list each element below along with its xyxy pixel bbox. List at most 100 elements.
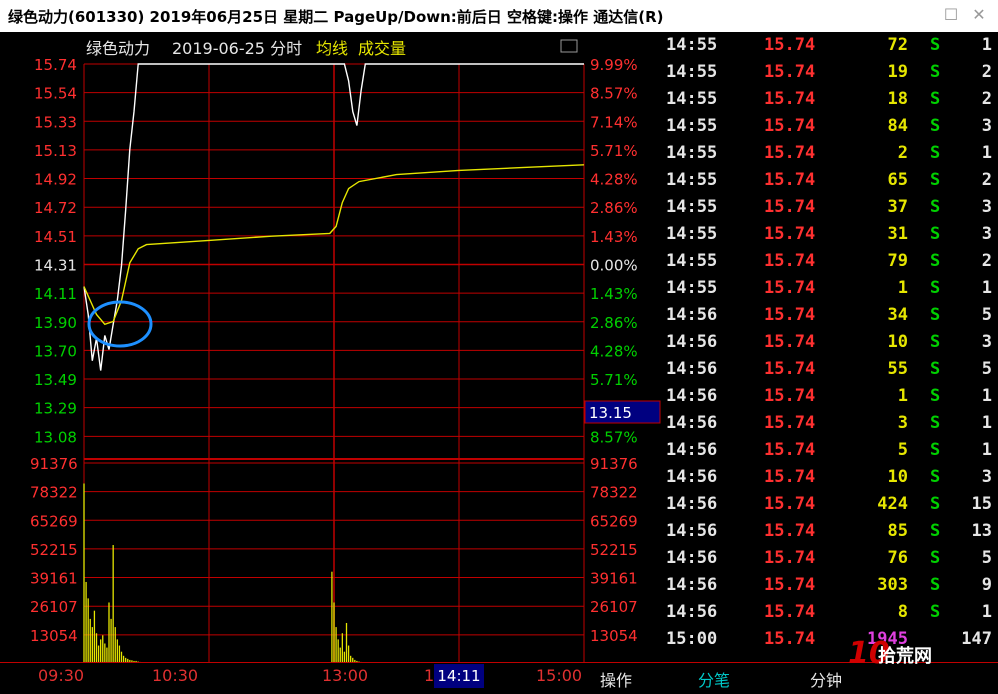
volume-tick-label-left: 13054 bbox=[30, 627, 78, 645]
trade-count: 147 bbox=[961, 629, 992, 649]
intraday-chart[interactable]: 绿色动力 2019-06-25 分时 均线 成交量 15.74 15.54 15.3… bbox=[0, 32, 662, 690]
trade-price: 15.74 bbox=[764, 305, 816, 325]
tab-operation[interactable]: 操作 bbox=[600, 667, 632, 691]
trade-row: 14:56 15.74 85 S 13 bbox=[662, 518, 998, 545]
trade-row: 14:56 15.74 55 S 5 bbox=[662, 356, 998, 383]
close-icon[interactable]: ✕ bbox=[970, 6, 988, 24]
trade-time: 14:56 bbox=[666, 494, 718, 514]
panel-toggle-icon[interactable] bbox=[560, 39, 578, 53]
trade-price: 15.74 bbox=[764, 413, 816, 433]
trade-row: 14:55 15.74 84 S 3 bbox=[662, 113, 998, 140]
trade-time: 14:55 bbox=[666, 278, 718, 298]
trade-time: 14:55 bbox=[666, 170, 718, 190]
trade-time: 14:55 bbox=[666, 143, 718, 163]
trade-side: S bbox=[930, 62, 941, 82]
volume-legend: 成交量 bbox=[358, 39, 406, 58]
tab-trades[interactable]: 分笔 bbox=[698, 667, 730, 691]
trade-count: 1 bbox=[981, 35, 992, 55]
volume-tick-label-right: 91376 bbox=[590, 455, 638, 473]
price-tick-label: 13.08 bbox=[34, 428, 77, 446]
trade-volume: 34 bbox=[887, 305, 908, 325]
volume-tick-label-left: 52215 bbox=[30, 541, 78, 559]
volume-tick-label-left: 26107 bbox=[30, 598, 78, 616]
price-tick-label: 15.54 bbox=[34, 85, 77, 103]
trade-row: 14:56 15.74 303 S 9 bbox=[662, 572, 998, 599]
trade-time: 14:56 bbox=[666, 602, 718, 622]
trade-volume: 19 bbox=[887, 62, 908, 82]
trade-row: 14:56 15.74 3 S 1 bbox=[662, 410, 998, 437]
price-tick-label: 14.92 bbox=[34, 171, 77, 189]
trade-side: S bbox=[930, 494, 941, 514]
avg-line-legend: 均线 bbox=[316, 39, 348, 58]
tab-minute[interactable]: 分钟 bbox=[810, 667, 842, 691]
trade-time: 14:55 bbox=[666, 116, 718, 136]
trade-time: 14:56 bbox=[666, 467, 718, 487]
trade-price: 15.74 bbox=[764, 224, 816, 244]
trade-row: 14:56 15.74 76 S 5 bbox=[662, 545, 998, 572]
trade-count: 3 bbox=[981, 224, 992, 244]
trade-count: 1 bbox=[981, 143, 992, 163]
price-tick-label: 15.13 bbox=[34, 142, 77, 160]
pct-tick-label: 4.28% bbox=[590, 171, 638, 189]
maximize-icon[interactable]: ☐ bbox=[942, 6, 960, 24]
trade-count: 2 bbox=[981, 62, 992, 82]
trade-count: 1 bbox=[981, 440, 992, 460]
pct-tick-label: 2.86% bbox=[590, 199, 638, 217]
time-cursor-label: 14:11 bbox=[434, 664, 484, 688]
volume-tick-label-left: 65269 bbox=[30, 512, 78, 530]
trade-detail-panel: 14:55 15.74 72 S 1 14:55 15.74 19 S 2 14:55 15.74 18… bbox=[662, 32, 998, 662]
trade-row: 14:55 15.74 2 S 1 bbox=[662, 140, 998, 167]
price-tick-label: 15.74 bbox=[34, 56, 77, 74]
price-tick-label: 14.31 bbox=[34, 256, 77, 274]
trade-side: S bbox=[930, 359, 941, 379]
trade-side: S bbox=[930, 89, 941, 109]
pct-tick-label: 4.28% bbox=[590, 342, 638, 360]
trade-row: 14:55 15.74 31 S 3 bbox=[662, 221, 998, 248]
trade-time: 14:56 bbox=[666, 305, 718, 325]
trade-count: 5 bbox=[981, 359, 992, 379]
trade-side: S bbox=[930, 116, 941, 136]
trade-side: S bbox=[930, 305, 941, 325]
trade-count: 1 bbox=[981, 413, 992, 433]
trade-price: 15.74 bbox=[764, 251, 816, 271]
trade-count: 3 bbox=[981, 332, 992, 352]
pct-tick-label: 2.86% bbox=[590, 314, 638, 332]
trade-time: 14:56 bbox=[666, 359, 718, 379]
price-tick-label: 14.51 bbox=[34, 228, 77, 246]
volume-tick-label-right: 52215 bbox=[590, 541, 638, 559]
price-tick-label: 13.70 bbox=[34, 342, 77, 360]
window-title: 绿色动力(601330) 2019年06月25日 星期二 PageUp/Down… bbox=[8, 8, 664, 26]
trade-price: 15.74 bbox=[764, 494, 816, 514]
trade-volume: 31 bbox=[887, 224, 908, 244]
trade-count: 2 bbox=[981, 251, 992, 271]
trade-side: S bbox=[930, 521, 941, 541]
trade-count: 3 bbox=[981, 467, 992, 487]
trade-price: 15.74 bbox=[764, 116, 816, 136]
trade-row: 14:55 15.74 37 S 3 bbox=[662, 194, 998, 221]
trade-volume: 18 bbox=[887, 89, 908, 109]
window-titlebar: 绿色动力(601330) 2019年06月25日 星期二 PageUp/Down… bbox=[0, 0, 998, 32]
trade-count: 1 bbox=[981, 602, 992, 622]
trade-price: 15.74 bbox=[764, 386, 816, 406]
trade-time: 14:56 bbox=[666, 440, 718, 460]
trade-volume: 55 bbox=[887, 359, 908, 379]
trade-row: 14:56 15.74 10 S 3 bbox=[662, 329, 998, 356]
trade-price: 15.74 bbox=[764, 602, 816, 622]
trade-time: 15:00 bbox=[666, 629, 718, 649]
pct-tick-label: 8.57% bbox=[590, 85, 638, 103]
trade-count: 9 bbox=[981, 575, 992, 595]
trade-price: 15.74 bbox=[764, 629, 816, 649]
chart-date-label: 2019-06-25 分时 bbox=[172, 39, 302, 58]
trade-side: S bbox=[930, 413, 941, 433]
trade-volume: 72 bbox=[887, 35, 908, 55]
trade-price: 15.74 bbox=[764, 197, 816, 217]
trade-time: 14:55 bbox=[666, 62, 718, 82]
price-tick-label: 13.29 bbox=[34, 400, 77, 418]
trade-volume: 84 bbox=[887, 116, 908, 136]
trade-row: 14:56 15.74 5 S 1 bbox=[662, 437, 998, 464]
trade-volume: 10 bbox=[887, 467, 908, 487]
trade-price: 15.74 bbox=[764, 440, 816, 460]
pct-tick-label: 8.57% bbox=[590, 428, 638, 446]
price-tick-label: 14.72 bbox=[34, 199, 77, 217]
volume-tick-label-left: 91376 bbox=[30, 455, 78, 473]
